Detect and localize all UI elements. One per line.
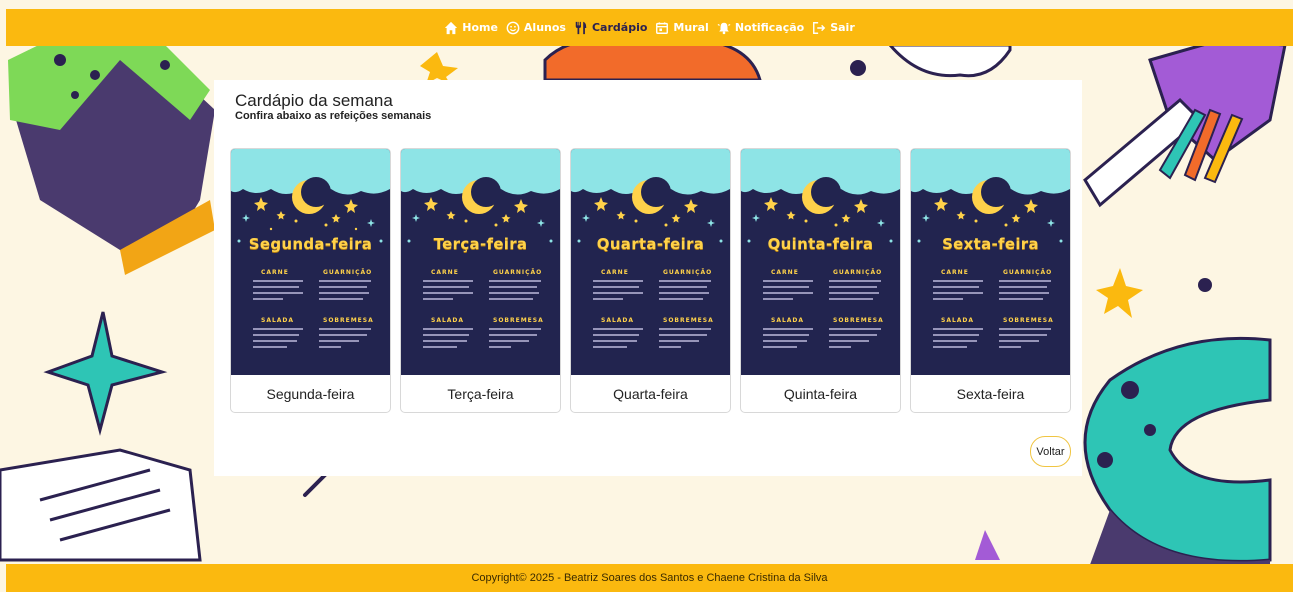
poster-text-lines [253, 280, 371, 348]
top-navbar: Home Alunos Cardápio Mural Notificação S… [6, 9, 1293, 46]
poster-text-lines [763, 280, 881, 348]
day-card-label: Segunda-feira [266, 385, 355, 402]
day-card-tuesday[interactable]: Terça-feira CARNE GUARNIÇÃO SALADA SOBRE… [400, 148, 561, 413]
cutlery-icon [575, 21, 587, 34]
poster-text-lines [933, 280, 1051, 348]
menu-poster: Terça-feira CARNE GUARNIÇÃO SALADA SOBRE… [401, 149, 560, 375]
calendar-icon [656, 21, 669, 34]
footer-copyright: Copyright© 2025 - Beatriz Soares dos San… [471, 572, 828, 584]
day-card-label: Quarta-feira [613, 385, 688, 402]
home-icon [445, 21, 458, 34]
weekday-cards: Segunda-feira CARNE GUARNIÇÃO SALADA SOB… [230, 148, 1071, 413]
nav-sair-label: Sair [830, 21, 855, 34]
nav-cardapio-label: Cardápio [591, 21, 648, 34]
footer: Copyright© 2025 - Beatriz Soares dos San… [6, 564, 1293, 592]
back-button[interactable]: Voltar [1030, 436, 1071, 467]
nav-notificacao[interactable]: Notificação [717, 21, 804, 35]
day-card-monday[interactable]: Segunda-feira CARNE GUARNIÇÃO SALADA SOB… [230, 148, 391, 413]
nav-mural[interactable]: Mural [655, 21, 709, 35]
day-card-friday[interactable]: Sexta-feira CARNE GUARNIÇÃO SALADA SOBRE… [910, 148, 1071, 413]
day-card-thursday[interactable]: Quinta-feira CARNE GUARNIÇÃO SALADA SOBR… [740, 148, 901, 413]
day-card-label: Sexta-feira [956, 385, 1025, 402]
page-subtitle: Confira abaixo as refeições semanais [235, 110, 432, 122]
menu-poster: Quarta-feira CARNE GUARNIÇÃO SALADA SOBR… [571, 149, 730, 375]
poster-text-lines [593, 280, 711, 348]
nav-mural-label: Mural [673, 21, 709, 34]
smile-icon [506, 21, 520, 34]
page-title: Cardápio da semana [235, 91, 393, 110]
menu-poster: Sexta-feira CARNE GUARNIÇÃO SALADA SOBRE… [911, 149, 1070, 375]
menu-poster: Quinta-feira CARNE GUARNIÇÃO SALADA SOBR… [741, 149, 900, 375]
nav-sair[interactable]: Sair [812, 21, 855, 35]
day-card-label: Terça-feira [447, 385, 514, 402]
nav-notificacao-label: Notificação [734, 21, 805, 34]
menu-panel: Cardápio da semana Confira abaixo as ref… [214, 80, 1082, 476]
logout-icon [813, 21, 826, 34]
nav-alunos[interactable]: Alunos [506, 21, 566, 35]
day-card-label: Quinta-feira [783, 385, 858, 402]
nav-alunos-label: Alunos [523, 21, 566, 34]
nav-home[interactable]: Home [444, 21, 498, 35]
nav-cardapio[interactable]: Cardápio [574, 21, 647, 35]
poster-text-lines [423, 280, 541, 348]
bell-icon [717, 22, 731, 34]
menu-poster: Segunda-feira CARNE GUARNIÇÃO SALADA SOB… [231, 149, 390, 375]
nav-home-label: Home [462, 21, 498, 34]
day-card-wednesday[interactable]: Quarta-feira CARNE GUARNIÇÃO SALADA SOBR… [570, 148, 731, 413]
